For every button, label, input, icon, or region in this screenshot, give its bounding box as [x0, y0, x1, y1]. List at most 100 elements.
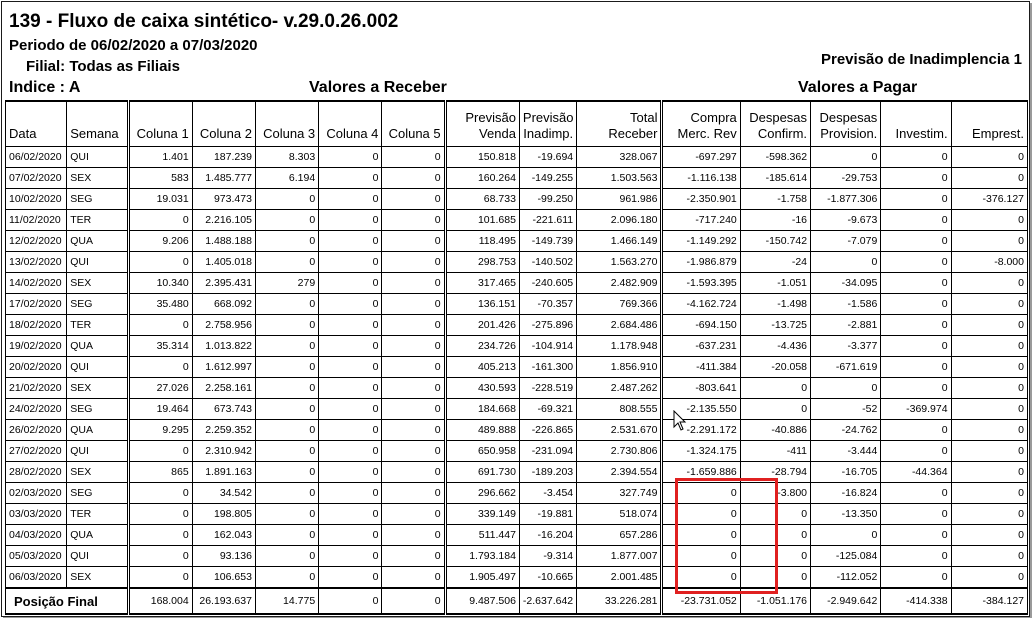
table-cell: -40.886: [739, 419, 812, 441]
table-cell: 19/02/2020: [4, 335, 68, 357]
table-cell: -2.881: [810, 314, 882, 336]
table-cell: QUI: [66, 251, 130, 273]
table-row: 03/03/2020 TER 0 198.805 0 0 0 339.149 -19.881 51…: [4, 503, 1029, 525]
table-cell: 1.013.822: [191, 335, 256, 357]
table-cell: 0: [950, 566, 1029, 589]
table-cell: 1.612.997: [191, 356, 256, 378]
totals-cell: 0: [318, 587, 383, 615]
table-cell: 961.986: [576, 188, 663, 210]
table-cell: 0: [318, 314, 383, 336]
table-cell: SEX: [66, 272, 130, 294]
table-cell: 0: [880, 440, 952, 462]
table-cell: 0: [950, 272, 1029, 294]
table-cell: 68.733: [443, 188, 520, 210]
totals-cell: -1.051.176: [739, 587, 812, 615]
table-row: 21/02/2020 SEX 27.026 2.258.161 0 0 0 430.593 -2…: [4, 377, 1029, 399]
table-cell: -228.519: [518, 377, 578, 399]
table-cell: 583: [127, 167, 193, 189]
table-cell: 0: [950, 293, 1029, 315]
table-cell: TER: [66, 503, 130, 525]
table-cell: 0: [880, 545, 952, 567]
table-cell: 489.888: [443, 419, 520, 441]
table-cell: SEX: [66, 377, 130, 399]
table-cell: 24/02/2020: [4, 398, 68, 420]
table-cell: 0: [318, 251, 383, 273]
table-cell: 0: [381, 146, 446, 168]
table-cell: 0: [381, 230, 446, 252]
table-cell: 2.531.670: [576, 419, 663, 441]
table-cell: 1.891.163: [191, 461, 256, 483]
table-row: 19/02/2020 QUA 35.314 1.013.822 0 0 0 234.726 -1…: [4, 335, 1029, 357]
table-cell: SEX: [66, 566, 130, 589]
table-cell: -13.725: [739, 314, 812, 336]
table-cell: 27.026: [127, 377, 193, 399]
table-cell: 0: [381, 482, 446, 504]
table-cell: 02/03/2020: [4, 482, 68, 504]
table-cell: 0: [880, 356, 952, 378]
table-cell: 2.258.161: [191, 377, 256, 399]
table-cell: 0: [739, 545, 812, 567]
table-cell: 0: [739, 566, 812, 589]
table-cell: -13.350: [810, 503, 882, 525]
table-cell: -140.502: [518, 251, 578, 273]
table-cell: 14/02/2020: [4, 272, 68, 294]
table-cell: -24.762: [810, 419, 882, 441]
table-cell: -637.231: [660, 335, 741, 357]
table-cell: -3.800: [739, 482, 812, 504]
table-cell: 0: [880, 335, 952, 357]
table-cell: 9.206: [127, 230, 193, 252]
table-row: 12/02/2020 QUA 9.206 1.488.188 0 0 0 118.495 -14…: [4, 230, 1029, 252]
table-cell: 0: [254, 335, 320, 357]
table-cell: 0: [318, 188, 383, 210]
table-cell: 518.074: [576, 503, 663, 525]
table-cell: -1.324.175: [660, 440, 741, 462]
table-cell: 10/02/2020: [4, 188, 68, 210]
table-cell: 0: [254, 377, 320, 399]
totals-cell: 0: [381, 587, 446, 615]
table-cell: -369.974: [880, 398, 952, 420]
table-cell: 05/03/2020: [4, 545, 68, 567]
table-cell: 27/02/2020: [4, 440, 68, 462]
table-cell: 34.542: [191, 482, 256, 504]
table-cell: 0: [127, 440, 193, 462]
table-cell: 28/02/2020: [4, 461, 68, 483]
totals-cell: -384.127: [950, 587, 1029, 615]
table-cell: 1.178.948: [576, 335, 663, 357]
table-cell: 106.653: [191, 566, 256, 589]
table-cell: 279: [254, 272, 320, 294]
column-header: Compra Merc. Rev: [660, 100, 741, 147]
table-cell: 11/02/2020: [4, 209, 68, 231]
table-row: 13/02/2020 QUI 0 1.405.018 0 0 0 298.753 -140.50…: [4, 251, 1029, 273]
table-cell: 0: [318, 545, 383, 567]
table-cell: 2.001.485: [576, 566, 663, 589]
table-cell: 317.465: [443, 272, 520, 294]
table-cell: -1.149.292: [660, 230, 741, 252]
table-cell: -112.052: [810, 566, 882, 589]
table-cell: 865: [127, 461, 193, 483]
table-cell: -4.436: [739, 335, 812, 357]
table-cell: 0: [880, 251, 952, 273]
table-cell: 0: [660, 503, 741, 525]
table-cell: 0: [880, 503, 952, 525]
table-cell: 0: [950, 440, 1029, 462]
totals-cell: -23.731.052: [660, 587, 741, 615]
table-cell: -226.865: [518, 419, 578, 441]
table-cell: 0: [739, 524, 812, 546]
table-row: 07/02/2020 SEX 583 1.485.777 6.194 0 0 160.264-…: [4, 167, 1029, 189]
table-cell: 0: [127, 314, 193, 336]
table-cell: -44.364: [880, 461, 952, 483]
table-header-row: Data Semana Coluna 1 Coluna 2 Coluna 3 Coluna…: [4, 100, 1029, 147]
table-cell: -125.084: [810, 545, 882, 567]
table-cell: -411: [739, 440, 812, 462]
table-cell: 1.488.188: [191, 230, 256, 252]
table-cell: 35.314: [127, 335, 193, 357]
table-cell: 0: [810, 146, 882, 168]
table-cell: 0: [381, 377, 446, 399]
table-cell: QUI: [66, 146, 130, 168]
table-cell: 0: [381, 356, 446, 378]
table-cell: 0: [880, 230, 952, 252]
table-cell: SEG: [66, 293, 130, 315]
table-cell: 0: [381, 419, 446, 441]
table-cell: SEG: [66, 398, 130, 420]
table-cell: 668.092: [191, 293, 256, 315]
